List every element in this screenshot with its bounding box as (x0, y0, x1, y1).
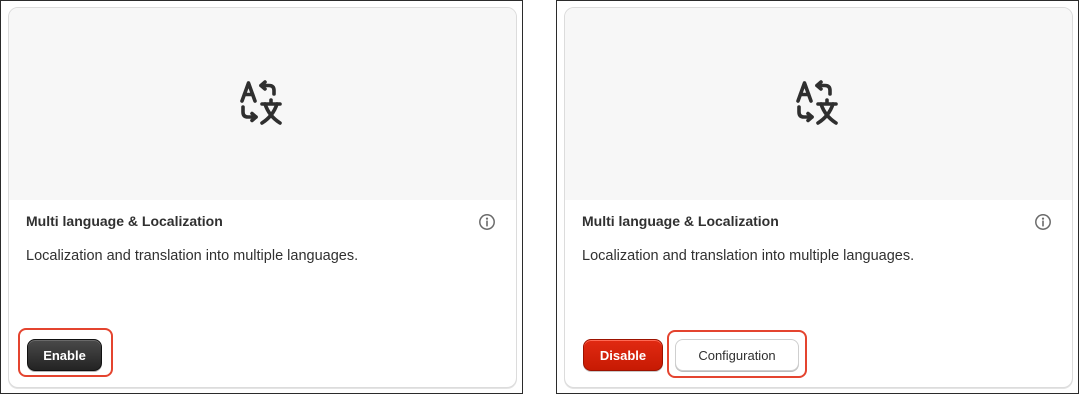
translate-icon (794, 79, 844, 129)
left-screenshot-panel: Multi language & Localization Localizati… (0, 0, 523, 394)
card-description: Localization and translation into multip… (26, 248, 359, 264)
card-hero (9, 8, 516, 200)
disable-button[interactable]: Disable (583, 339, 663, 371)
app-card: Multi language & Localization Localizati… (564, 7, 1073, 388)
enable-button[interactable]: Enable (27, 339, 102, 371)
card-description: Localization and translation into multip… (582, 248, 915, 264)
right-screenshot-panel: Multi language & Localization Localizati… (556, 0, 1079, 394)
info-icon[interactable] (1034, 213, 1052, 231)
card-hero (565, 8, 1072, 200)
card-title: Multi language & Localization (26, 213, 223, 229)
card-title: Multi language & Localization (582, 213, 779, 229)
configuration-button[interactable]: Configuration (675, 339, 799, 371)
info-icon[interactable] (478, 213, 496, 231)
app-card: Multi language & Localization Localizati… (8, 7, 517, 388)
translate-icon (238, 79, 288, 129)
